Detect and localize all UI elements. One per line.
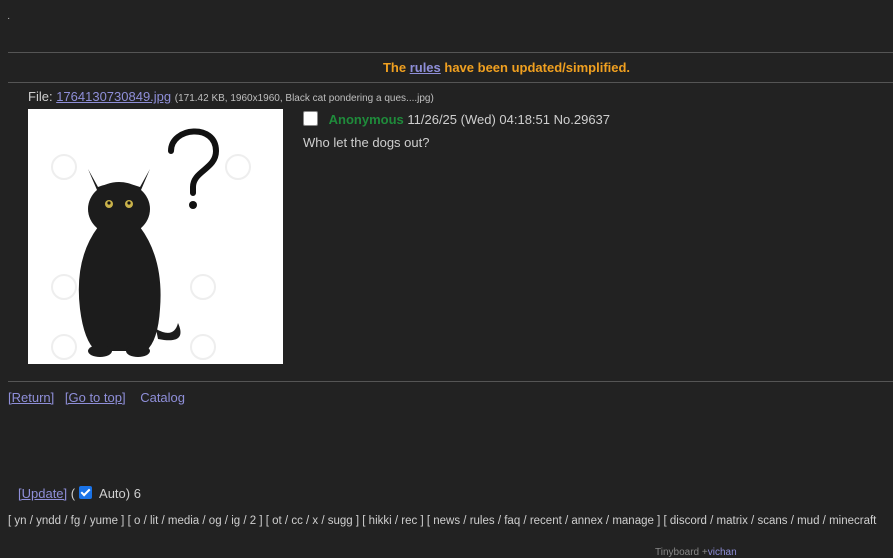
board-group-bracket: [ — [359, 515, 369, 527]
announcement-divider — [8, 82, 893, 83]
board-link-yn[interactable]: yn — [14, 515, 26, 527]
poster-name: Anonymous — [328, 112, 404, 127]
post-datetime: 11/26/25 (Wed) 04:18:51 — [407, 112, 550, 127]
auto-label: Auto) — [99, 486, 131, 501]
board-separator: / — [281, 515, 292, 527]
board-link-manage[interactable]: manage — [612, 515, 654, 527]
board-link-yndd[interactable]: yndd — [36, 515, 61, 527]
board-link-news[interactable]: news — [433, 515, 460, 527]
rules-link[interactable]: rules — [410, 60, 441, 75]
catalog-link[interactable]: Catalog — [140, 390, 185, 405]
board-group-bracket: [ — [660, 515, 670, 527]
board-separator: / — [787, 515, 798, 527]
announcement-prefix: The — [382, 60, 407, 75]
board-separator: / — [302, 515, 313, 527]
board-separator: / — [706, 515, 717, 527]
board-link-sugg[interactable]: sugg — [328, 515, 353, 527]
board-link-ig[interactable]: ig — [231, 515, 240, 527]
board-link-mud[interactable]: mud — [797, 515, 819, 527]
update-countdown: 6 — [133, 486, 141, 501]
update-link[interactable]: [Update] — [18, 486, 67, 501]
board-separator: / — [460, 515, 470, 527]
board-separator: / — [221, 515, 232, 527]
board-link-fg[interactable]: fg — [71, 515, 81, 527]
board-link-recent[interactable]: recent — [530, 515, 562, 527]
auto-update-checkbox[interactable] — [79, 486, 93, 499]
board-link-ot[interactable]: ot — [272, 515, 282, 527]
file-label: File: — [28, 89, 53, 104]
update-open-paren: ( — [70, 486, 76, 501]
board-link-annex[interactable]: annex — [571, 515, 602, 527]
board-link-hikki[interactable]: hikki — [369, 515, 392, 527]
board-separator: / — [494, 515, 505, 527]
board-link-matrix[interactable]: matrix — [717, 515, 748, 527]
post-select-checkbox[interactable] — [303, 111, 318, 126]
board-separator: / — [747, 515, 758, 527]
post-image-thumbnail[interactable] — [28, 109, 283, 364]
board-link-faq[interactable]: faq — [504, 515, 520, 527]
board-link-yume[interactable]: yume — [90, 515, 118, 527]
board-separator: / — [520, 515, 530, 527]
board-separator: / — [158, 515, 168, 527]
board-separator: / — [61, 515, 71, 527]
thread-nav: [Return] [Go to top] Catalog — [8, 390, 192, 405]
file-info: File: 1764130730849.jpg (171.42 KB, 1960… — [28, 89, 434, 104]
board-link-og[interactable]: og — [209, 515, 222, 527]
file-link[interactable]: 1764130730849.jpg — [56, 89, 171, 104]
return-link[interactable]: [Return] — [8, 390, 54, 405]
board-link-rules[interactable]: rules — [470, 515, 495, 527]
board-separator: / — [602, 515, 613, 527]
board-link-cc[interactable]: cc — [291, 515, 303, 527]
board-group-bracket: [ — [423, 515, 434, 527]
post-number[interactable]: No.29637 — [554, 112, 610, 127]
board-group-bracket: [ — [124, 515, 134, 527]
board-link-scans[interactable]: scans — [757, 515, 787, 527]
black-cat-question-image — [28, 109, 283, 364]
board-link-minecraft[interactable]: minecraft — [829, 515, 876, 527]
update-controls: [Update] ( Auto) 6 — [18, 486, 141, 501]
board-separator: / — [318, 515, 328, 527]
board-separator: / — [240, 515, 250, 527]
file-meta: (171.42 KB, 1960x1960, Black cat ponderi… — [174, 93, 434, 104]
board-separator: / — [80, 515, 90, 527]
post-header: Anonymous 11/26/25 (Wed) 04:18:51 No.296… — [303, 111, 610, 127]
post-comment: Who let the dogs out? — [303, 135, 430, 150]
board-link-rec[interactable]: rec — [401, 515, 417, 527]
go-to-top-link[interactable]: [Go to top] — [65, 390, 126, 405]
board-separator: / — [819, 515, 830, 527]
board-separator: / — [199, 515, 209, 527]
board-separator: / — [391, 515, 402, 527]
board-list: [ yn / yndd / fg / yume ] [ o / lit / me… — [8, 515, 876, 527]
board-separator: / — [140, 515, 150, 527]
announcement-suffix: have been updated/simplified. — [444, 60, 631, 75]
post-divider — [8, 381, 893, 382]
page-dot: · — [7, 13, 11, 24]
top-divider — [8, 52, 893, 53]
board-separator: / — [561, 515, 572, 527]
board-separator: / — [26, 515, 37, 527]
board-group-bracket: [ — [262, 515, 273, 527]
board-link-discord[interactable]: discord — [670, 515, 707, 527]
announcement: The rules have been updated/simplified. — [0, 60, 893, 75]
board-link-media[interactable]: media — [168, 515, 199, 527]
